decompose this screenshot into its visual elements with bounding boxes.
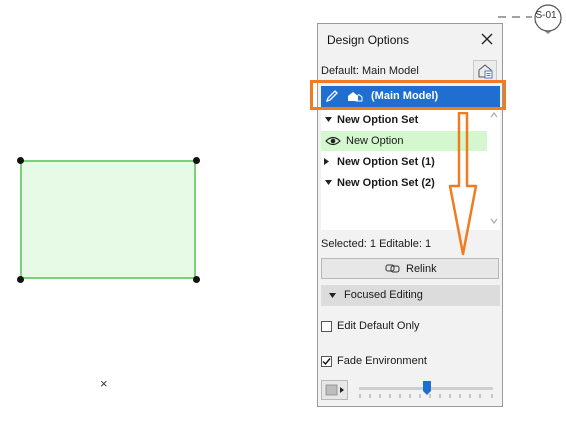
main-model-highlight-box [310,80,506,110]
focused-editing-label: Focused Editing [344,289,423,301]
corner-handle-top-left[interactable] [17,157,24,164]
section-marker-label: S-01 [535,10,557,21]
edit-default-only-label: Edit Default Only [337,320,420,332]
focused-editing-section-header[interactable]: Focused Editing [321,285,500,306]
manage-options-icon [478,64,493,79]
selection-stats: Selected: 1 Editable: 1 [321,238,432,250]
palette-titlebar[interactable]: Design Options [318,24,502,54]
chevron-down-icon[interactable] [325,180,332,185]
manage-options-button[interactable] [473,60,497,82]
eye-icon[interactable] [325,136,341,146]
green-rectangle-shape[interactable] [20,160,196,279]
link-icon [385,264,400,273]
scroll-up-icon[interactable] [488,110,500,120]
chevron-down-icon [329,293,336,298]
view-mode-button[interactable] [321,380,348,400]
fade-slider-thumb[interactable] [422,380,432,396]
origin-x-marker: × [100,376,108,391]
chevron-right-icon[interactable] [324,158,329,165]
scroll-down-icon[interactable] [488,216,500,226]
fade-environment-label: Fade Environment [337,355,427,367]
edit-default-only-checkbox[interactable] [321,321,332,332]
relink-button[interactable]: Relink [321,258,499,279]
close-icon[interactable] [478,30,496,48]
relink-label: Relink [406,263,437,275]
corner-handle-bottom-right[interactable] [193,276,200,283]
palette-title: Design Options [327,33,410,47]
corner-handle-top-right[interactable] [193,157,200,164]
default-model-label: Default: Main Model [321,65,419,77]
fade-environment-checkbox[interactable] [321,356,332,367]
annotation-arrow-icon [448,112,478,256]
corner-handle-bottom-left[interactable] [17,276,24,283]
checkmark-icon [322,358,331,366]
chevron-down-icon[interactable] [325,117,332,122]
display-mode-icon [325,384,344,396]
